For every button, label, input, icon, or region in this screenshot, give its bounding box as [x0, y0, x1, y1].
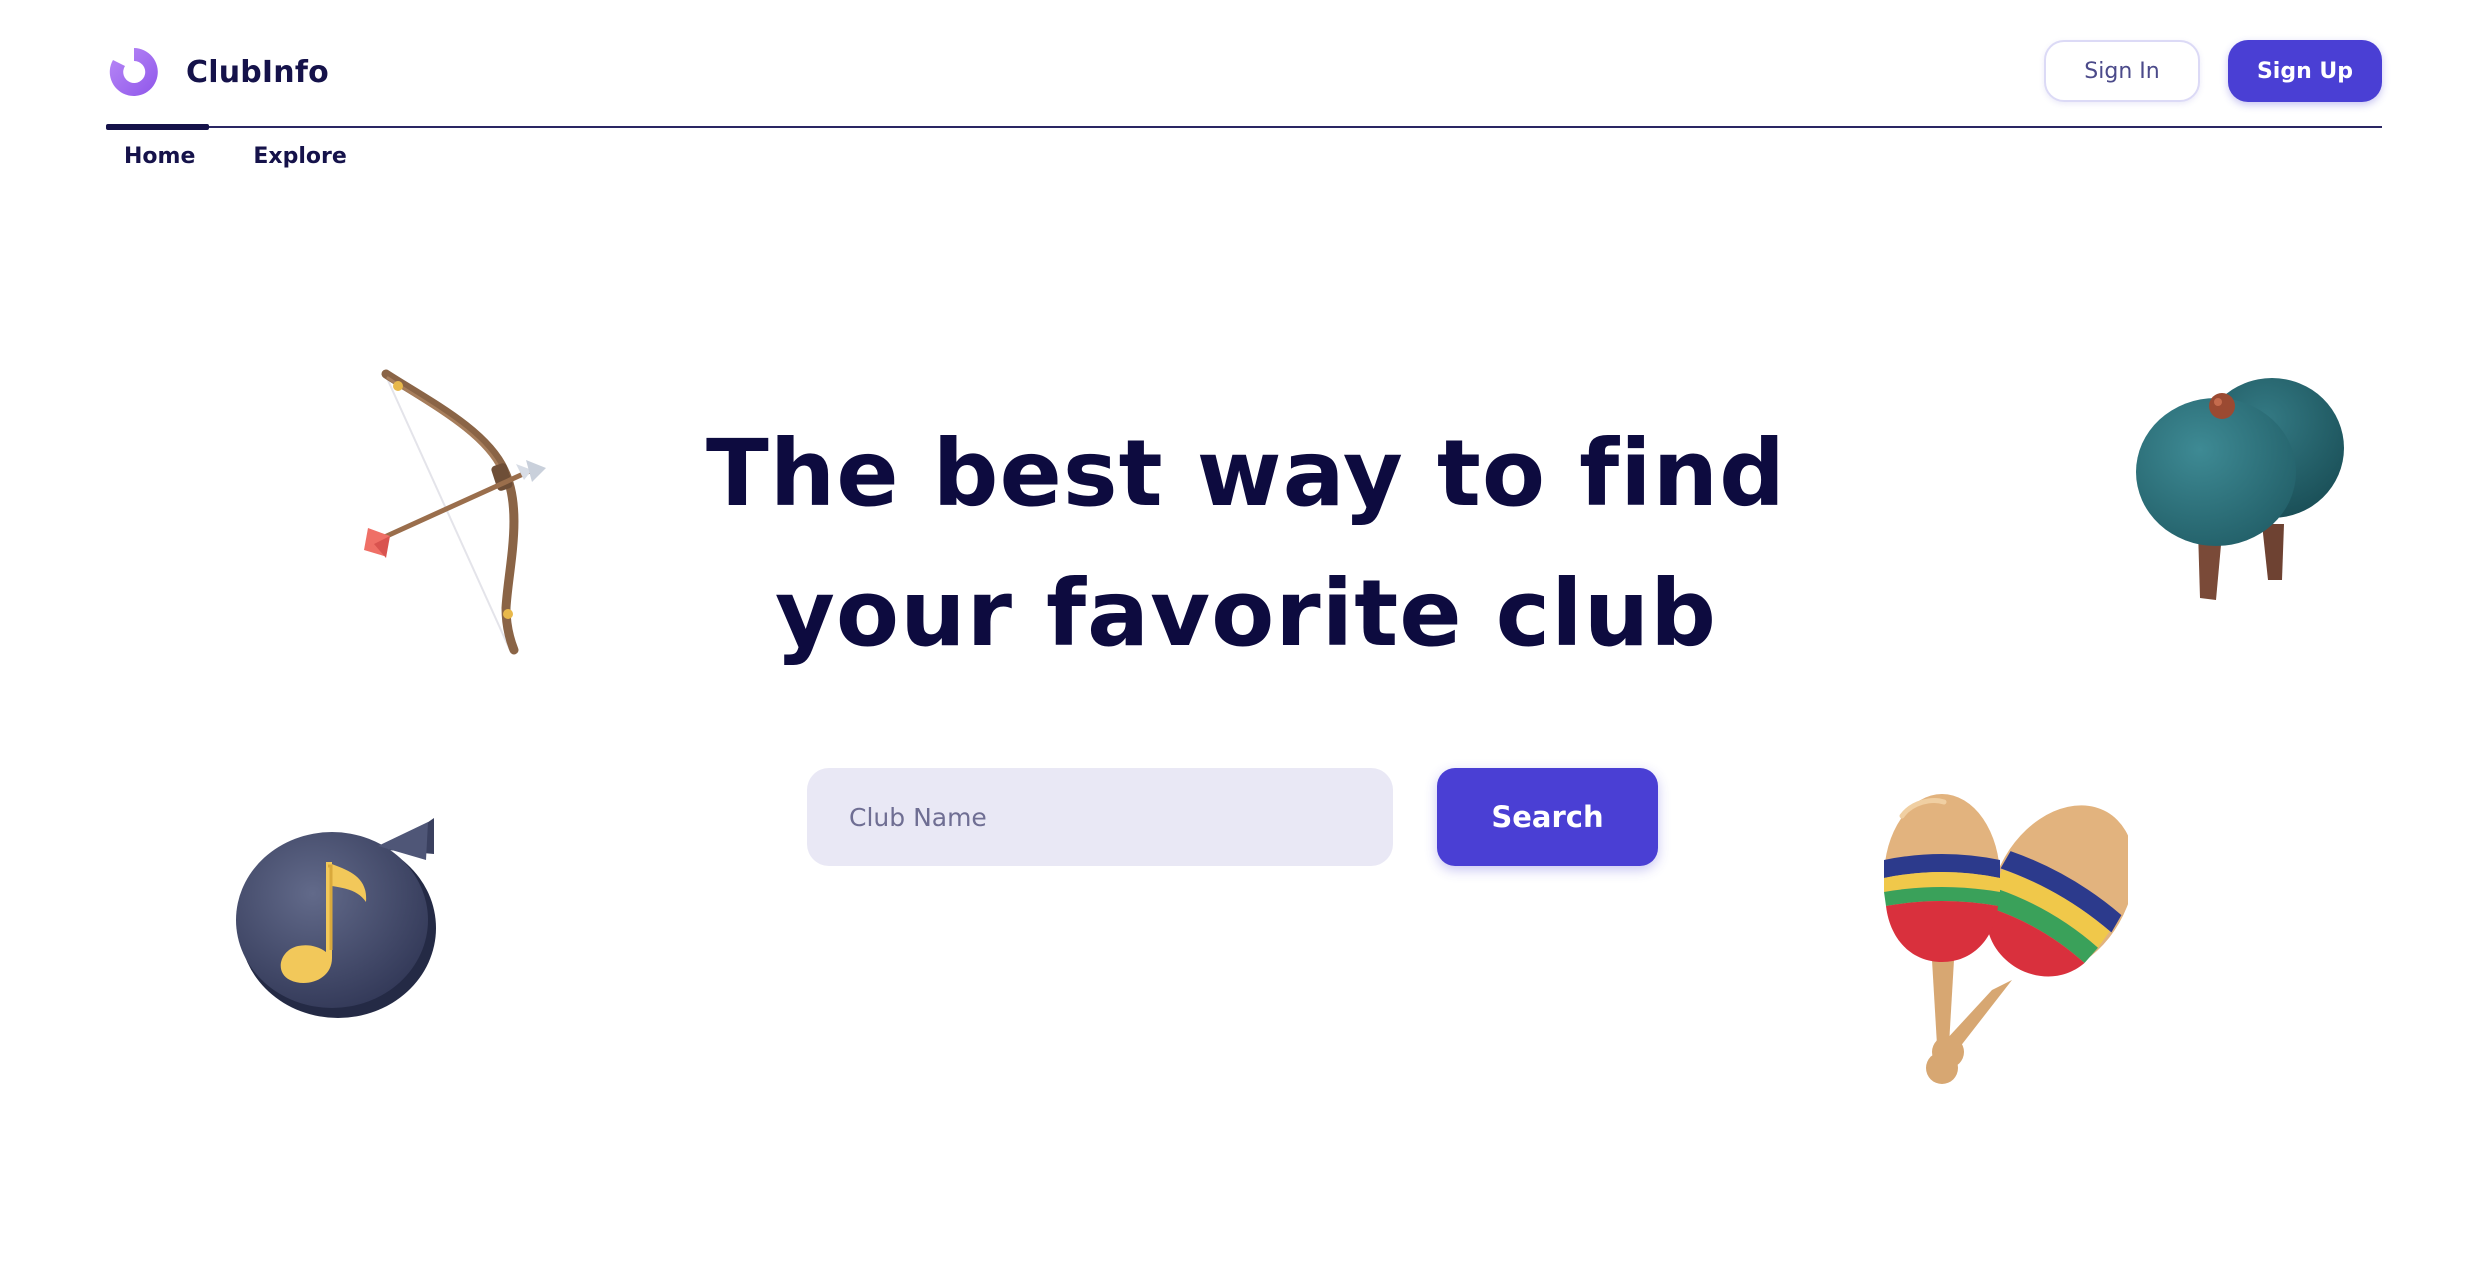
brand[interactable]: ClubInfo	[104, 42, 329, 102]
hero-title: The best way to find your favorite club	[596, 404, 1896, 684]
bow-and-arrow-icon	[364, 369, 546, 655]
sign-up-button[interactable]: Sign Up	[2228, 40, 2382, 102]
music-note-bubble-icon	[236, 818, 436, 1018]
sign-in-button[interactable]: Sign In	[2044, 40, 2200, 102]
landing-page: ClubInfo Sign In Sign Up Home Explore Th…	[0, 0, 2492, 1266]
nav-item-home[interactable]: Home	[106, 144, 195, 169]
main-nav: Home Explore	[106, 144, 387, 169]
auth-buttons: Sign In Sign Up	[2044, 40, 2382, 102]
maracas-icon	[1884, 794, 2128, 1084]
hero-title-line-1: The best way to find	[705, 420, 1787, 527]
ping-pong-paddles-icon	[2136, 378, 2344, 600]
nav-active-indicator	[106, 124, 209, 130]
search-button[interactable]: Search	[1437, 768, 1658, 866]
ring-logo-icon	[109, 48, 158, 96]
brand-name: ClubInfo	[186, 54, 329, 90]
hero-title-line-2: your favorite club	[774, 560, 1718, 667]
nav-item-explore[interactable]: Explore	[235, 144, 346, 169]
nav-divider	[106, 126, 2382, 128]
club-name-search-input[interactable]	[807, 768, 1393, 866]
